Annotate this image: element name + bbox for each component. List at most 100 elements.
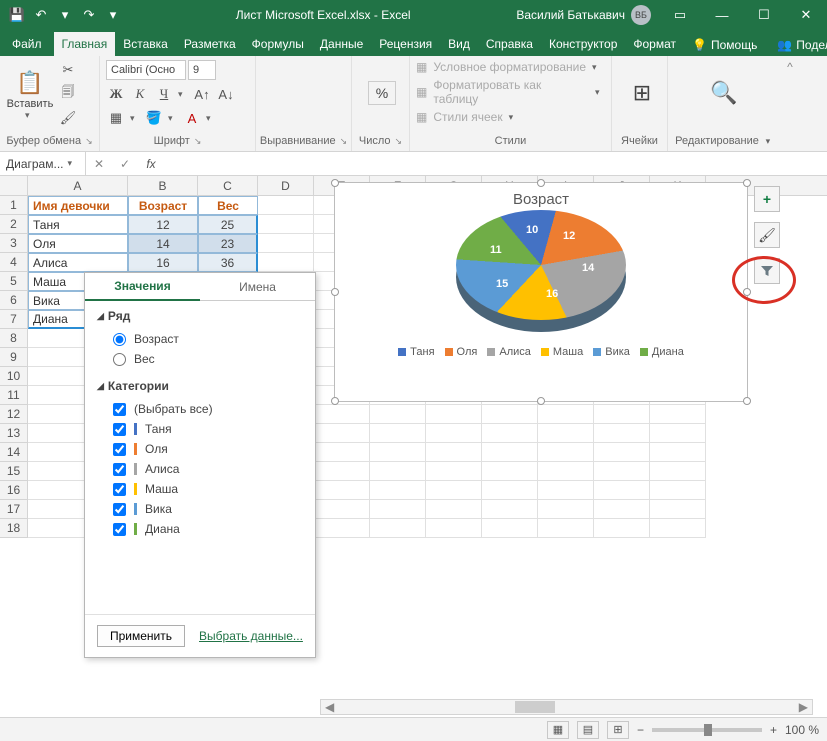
- cell[interactable]: [482, 443, 538, 462]
- row-header[interactable]: 6: [0, 291, 28, 310]
- row-header[interactable]: 17: [0, 500, 28, 519]
- cell[interactable]: [426, 424, 482, 443]
- resize-handle[interactable]: [743, 397, 751, 405]
- save-icon[interactable]: 💾: [6, 4, 28, 26]
- cell[interactable]: [538, 519, 594, 538]
- checkbox-input[interactable]: [113, 423, 126, 436]
- cell[interactable]: [426, 462, 482, 481]
- cell[interactable]: [370, 462, 426, 481]
- pie-chart[interactable]: 12 14 16 15 11 10: [456, 210, 626, 340]
- chart-styles-button[interactable]: 🖌: [754, 222, 780, 248]
- series-option[interactable]: Возраст: [97, 329, 303, 349]
- confirm-icon[interactable]: ✓: [112, 157, 138, 171]
- resize-handle[interactable]: [331, 397, 339, 405]
- row-header[interactable]: 14: [0, 443, 28, 462]
- tab-file[interactable]: Файл: [0, 32, 54, 56]
- bold-button[interactable]: Ж: [106, 84, 126, 104]
- cell[interactable]: [482, 424, 538, 443]
- checkbox-input[interactable]: [113, 463, 126, 476]
- tab-format[interactable]: Формат: [625, 32, 684, 56]
- name-box[interactable]: Диаграм... ▾: [0, 152, 86, 175]
- tab-design[interactable]: Конструктор: [541, 32, 625, 56]
- checkbox-input[interactable]: [113, 503, 126, 516]
- cell[interactable]: [650, 462, 706, 481]
- cell[interactable]: [538, 462, 594, 481]
- cell[interactable]: [370, 443, 426, 462]
- cell[interactable]: 12: [128, 215, 198, 234]
- checkbox-input[interactable]: [113, 443, 126, 456]
- formula-input[interactable]: [164, 152, 827, 175]
- cell[interactable]: [650, 405, 706, 424]
- cell[interactable]: [538, 443, 594, 462]
- checkbox-input[interactable]: [113, 403, 126, 416]
- cell[interactable]: [650, 481, 706, 500]
- border-icon[interactable]: ▦: [106, 108, 126, 128]
- cell[interactable]: [258, 215, 314, 234]
- cell[interactable]: 23: [198, 234, 258, 253]
- row-header[interactable]: 11: [0, 386, 28, 405]
- tab-review[interactable]: Рецензия: [371, 32, 440, 56]
- cell[interactable]: [594, 443, 650, 462]
- row-header[interactable]: 4: [0, 253, 28, 272]
- cell[interactable]: [482, 462, 538, 481]
- cancel-icon[interactable]: ✕: [86, 157, 112, 171]
- resize-handle[interactable]: [331, 179, 339, 187]
- cell[interactable]: [370, 481, 426, 500]
- cell[interactable]: [426, 443, 482, 462]
- cell[interactable]: [258, 196, 314, 215]
- cell[interactable]: [594, 424, 650, 443]
- cell[interactable]: [482, 519, 538, 538]
- cell[interactable]: [426, 519, 482, 538]
- cell[interactable]: [482, 481, 538, 500]
- collapse-ribbon-icon[interactable]: ^: [787, 60, 793, 74]
- series-section-header[interactable]: ◢Ряд: [97, 309, 303, 323]
- categories-section-header[interactable]: ◢Категории: [97, 379, 303, 393]
- cell[interactable]: [314, 424, 370, 443]
- cut-icon[interactable]: ✂: [58, 60, 78, 80]
- cell[interactable]: [650, 519, 706, 538]
- cell[interactable]: [426, 500, 482, 519]
- cell[interactable]: [314, 519, 370, 538]
- row-header[interactable]: 2: [0, 215, 28, 234]
- tab-help[interactable]: Справка: [478, 32, 541, 56]
- col-header[interactable]: D: [258, 176, 314, 195]
- ribbon-options-icon[interactable]: ▭: [659, 0, 701, 30]
- cell[interactable]: [314, 405, 370, 424]
- format-painter-icon[interactable]: 🖌: [58, 108, 78, 128]
- editing-button[interactable]: 🔍: [674, 60, 774, 126]
- radio-input[interactable]: [113, 353, 126, 366]
- row-header[interactable]: 16: [0, 481, 28, 500]
- grow-font-icon[interactable]: A↑: [192, 84, 212, 104]
- cell[interactable]: [314, 462, 370, 481]
- category-option[interactable]: Диана: [97, 519, 303, 539]
- view-layout-button[interactable]: ▤: [577, 721, 599, 739]
- tab-formulas[interactable]: Формулы: [244, 32, 312, 56]
- tab-layout[interactable]: Разметка: [176, 32, 244, 56]
- resize-handle[interactable]: [331, 288, 339, 296]
- scroll-right-icon[interactable]: ▶: [795, 700, 812, 714]
- category-option[interactable]: (Выбрать все): [97, 399, 303, 419]
- legend-item[interactable]: Маша: [541, 346, 583, 358]
- row-header[interactable]: 1: [0, 196, 28, 215]
- select-data-link[interactable]: Выбрать данные...: [199, 629, 303, 643]
- chart-title[interactable]: Возраст: [335, 183, 747, 210]
- row-header[interactable]: 5: [0, 272, 28, 291]
- zoom-out-button[interactable]: −: [637, 723, 644, 737]
- cells-button[interactable]: ⊞: [618, 60, 666, 126]
- chart-elements-button[interactable]: +: [754, 186, 780, 212]
- row-header[interactable]: 3: [0, 234, 28, 253]
- tab-data[interactable]: Данные: [312, 32, 371, 56]
- cell[interactable]: [594, 519, 650, 538]
- cell[interactable]: Алиса: [28, 253, 128, 272]
- cell[interactable]: [538, 405, 594, 424]
- cell[interactable]: [314, 443, 370, 462]
- row-header[interactable]: 18: [0, 519, 28, 538]
- radio-input[interactable]: [113, 333, 126, 346]
- category-option[interactable]: Маша: [97, 479, 303, 499]
- tab-home[interactable]: Главная: [54, 32, 116, 56]
- maximize-icon[interactable]: ☐: [743, 0, 785, 30]
- font-color-icon[interactable]: A: [182, 108, 202, 128]
- series-option[interactable]: Вес: [97, 349, 303, 369]
- scroll-left-icon[interactable]: ◀: [321, 700, 338, 714]
- resize-handle[interactable]: [743, 179, 751, 187]
